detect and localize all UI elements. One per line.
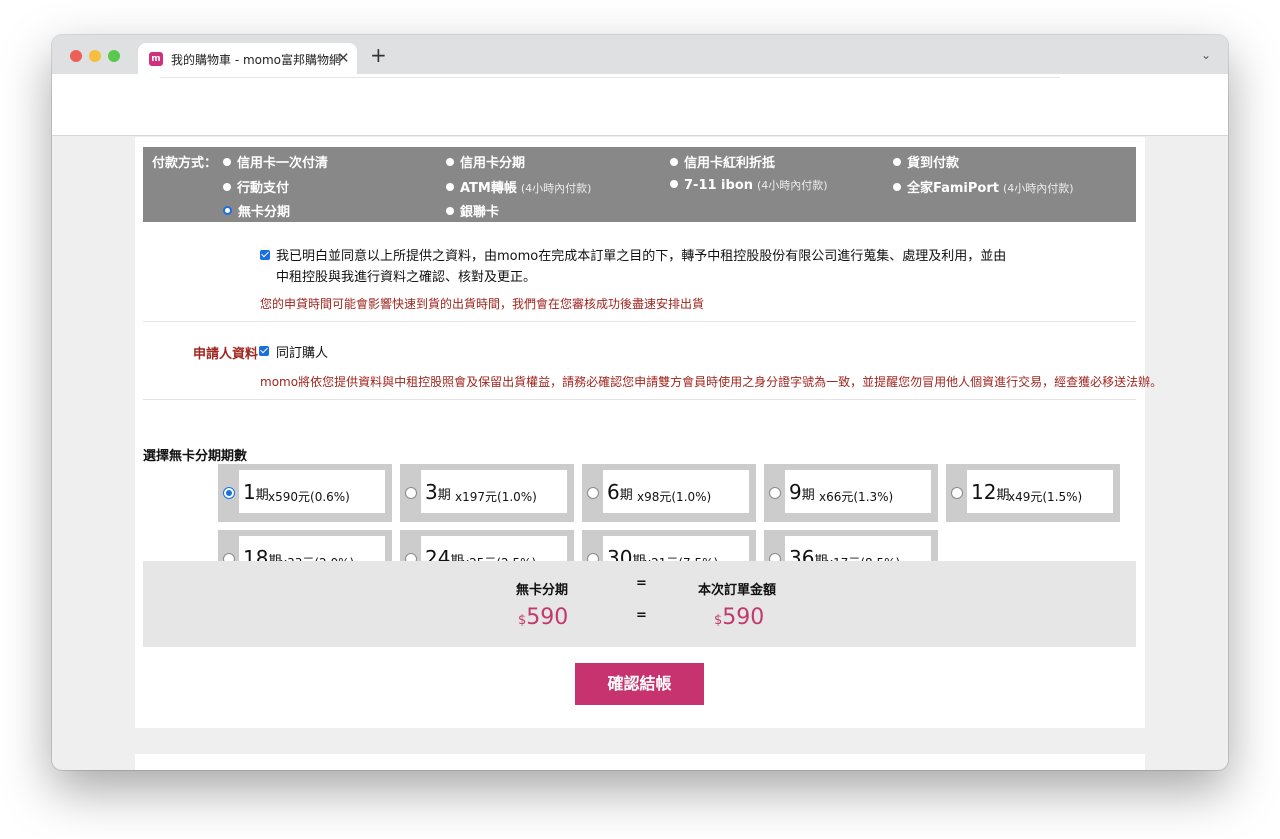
radio-icon[interactable] bbox=[587, 487, 599, 499]
payment-option-credit-installment[interactable]: 信用卡分期 bbox=[446, 152, 525, 171]
radio-icon[interactable] bbox=[951, 487, 963, 499]
installment-detail: x590元(0.6%) bbox=[268, 490, 350, 504]
installment-periods: 1期 bbox=[243, 480, 269, 504]
momo-favicon-icon: m bbox=[149, 52, 163, 66]
page-header-area bbox=[52, 74, 1228, 136]
consent-text: 我已明白並同意以上所提供之資料，由momo在完成本訂單之目的下，轉予中租控股股份… bbox=[276, 249, 1007, 285]
installment-periods: 12期 bbox=[971, 480, 1010, 504]
divider bbox=[143, 399, 1136, 400]
radio-dot-icon bbox=[446, 158, 454, 166]
payment-option-ibon[interactable]: 7-11 ibon (4小時內付款) bbox=[670, 177, 828, 193]
order-total-amount: $590 bbox=[714, 605, 765, 630]
consent-checkbox[interactable] bbox=[260, 250, 270, 260]
order-total-label: 本次訂單金額 bbox=[698, 583, 777, 598]
payment-option-mobile-pay[interactable]: 行動支付 bbox=[223, 177, 289, 196]
installment-option[interactable]: 1期 x590元(0.6%) bbox=[218, 464, 392, 522]
applicant-warning: momo將依您提供資料與中租控股照會及保留出貨權益，請務必確認您申請雙方會員時使… bbox=[260, 375, 1163, 389]
shipping-notice: 您的申貸時間可能會影響快速到貨的出貨時間，我們會在您審核成功後盡速安排出貨 bbox=[260, 297, 705, 311]
installment-periods: 9期 bbox=[789, 480, 815, 504]
radio-dot-icon bbox=[223, 183, 231, 191]
radio-dot-icon bbox=[446, 207, 454, 215]
payment-option-credit-bonus[interactable]: 信用卡紅利折抵 bbox=[670, 152, 775, 171]
equals-sign: = bbox=[636, 576, 647, 591]
chevron-down-icon[interactable]: ⌄ bbox=[1201, 48, 1211, 62]
confirm-checkout-button[interactable]: 確認結帳 bbox=[575, 663, 704, 705]
tab-title: 我的購物車 - momo富邦購物網 bbox=[171, 53, 342, 67]
radio-icon[interactable] bbox=[405, 487, 417, 499]
installment-option-card: 1期 x590元(0.6%) bbox=[239, 470, 385, 513]
installment-amount: $590 bbox=[518, 605, 569, 630]
divider bbox=[160, 77, 1060, 78]
close-window-button[interactable] bbox=[70, 50, 82, 62]
installment-section-title: 選擇無卡分期期數 bbox=[143, 449, 248, 464]
payment-option-unionpay[interactable]: 銀聯卡 bbox=[446, 201, 499, 220]
browser-window: m 我的購物車 - momo富邦購物網 ✕ + ⌄ 付款方式： 信用卡一次付清 … bbox=[52, 35, 1228, 770]
installment-option[interactable]: 6期 x98元(1.0%) bbox=[582, 464, 756, 522]
installment-detail: x49元(1.5%) bbox=[1008, 490, 1083, 504]
tab-close-icon[interactable]: ✕ bbox=[337, 49, 350, 67]
same-as-buyer-label[interactable]: 同訂購人 bbox=[276, 342, 328, 361]
order-summary: 無卡分期 = 本次訂單金額 $590 = $590 bbox=[143, 561, 1136, 647]
radio-selected-icon bbox=[223, 206, 232, 215]
payment-option-atm[interactable]: ATM轉帳 (4小時內付款) bbox=[446, 177, 591, 196]
checkout-panel: 付款方式： 信用卡一次付清 信用卡分期 信用卡紅利折抵 貨到付款 行動支付 AT… bbox=[135, 137, 1162, 728]
radio-dot-icon bbox=[670, 180, 678, 188]
radio-icon[interactable] bbox=[769, 487, 781, 499]
payment-option-famiport[interactable]: 全家FamiPort (4小時內付款) bbox=[893, 177, 1074, 196]
applicant-label: 申請人資料 bbox=[193, 347, 259, 362]
installment-option-card: 9期 x66元(1.3%) bbox=[785, 470, 931, 513]
same-as-buyer-checkbox[interactable] bbox=[259, 346, 269, 356]
cardless-installment-label: 無卡分期 bbox=[516, 583, 569, 598]
installment-option[interactable]: 12期 x49元(1.5%) bbox=[946, 464, 1120, 522]
payment-option-credit-full[interactable]: 信用卡一次付清 bbox=[223, 152, 328, 171]
installment-detail: x66元(1.3%) bbox=[819, 490, 894, 504]
zoom-window-button[interactable] bbox=[108, 50, 120, 62]
payment-method-bar: 付款方式： 信用卡一次付清 信用卡分期 信用卡紅利折抵 貨到付款 行動支付 AT… bbox=[143, 147, 1136, 222]
installment-detail: x197元(1.0%) bbox=[455, 490, 537, 504]
radio-dot-icon bbox=[893, 158, 901, 166]
installment-option-card: 12期 x49元(1.5%) bbox=[967, 470, 1113, 513]
installment-option-card: 6期 x98元(1.0%) bbox=[603, 470, 749, 513]
radio-dot-icon bbox=[446, 183, 454, 191]
browser-tab[interactable]: m 我的購物車 - momo富邦購物網 ✕ bbox=[138, 43, 357, 74]
installment-option[interactable]: 3期 x197元(1.0%) bbox=[400, 464, 574, 522]
installment-detail: x98元(1.0%) bbox=[637, 490, 712, 504]
radio-dot-icon bbox=[893, 183, 901, 191]
installment-option-card: 3期 x197元(1.0%) bbox=[421, 470, 567, 513]
payment-method-label: 付款方式： bbox=[152, 156, 218, 171]
new-tab-icon[interactable]: + bbox=[370, 45, 387, 65]
installment-periods: 6期 bbox=[607, 480, 633, 504]
minimize-window-button[interactable] bbox=[89, 50, 101, 62]
installment-periods: 3期 bbox=[425, 480, 451, 504]
radio-selected-icon[interactable] bbox=[223, 487, 235, 499]
payment-option-cod[interactable]: 貨到付款 bbox=[893, 152, 959, 171]
radio-dot-icon bbox=[670, 158, 678, 166]
equals-sign: = bbox=[636, 608, 647, 623]
installment-option[interactable]: 9期 x66元(1.3%) bbox=[764, 464, 938, 522]
divider bbox=[143, 321, 1136, 322]
next-section-panel bbox=[135, 754, 1145, 770]
title-bar: m 我的購物車 - momo富邦購物網 ✕ + ⌄ bbox=[52, 35, 1228, 74]
payment-option-cardless-installment[interactable]: 無卡分期 bbox=[223, 201, 290, 220]
radio-dot-icon bbox=[223, 158, 231, 166]
